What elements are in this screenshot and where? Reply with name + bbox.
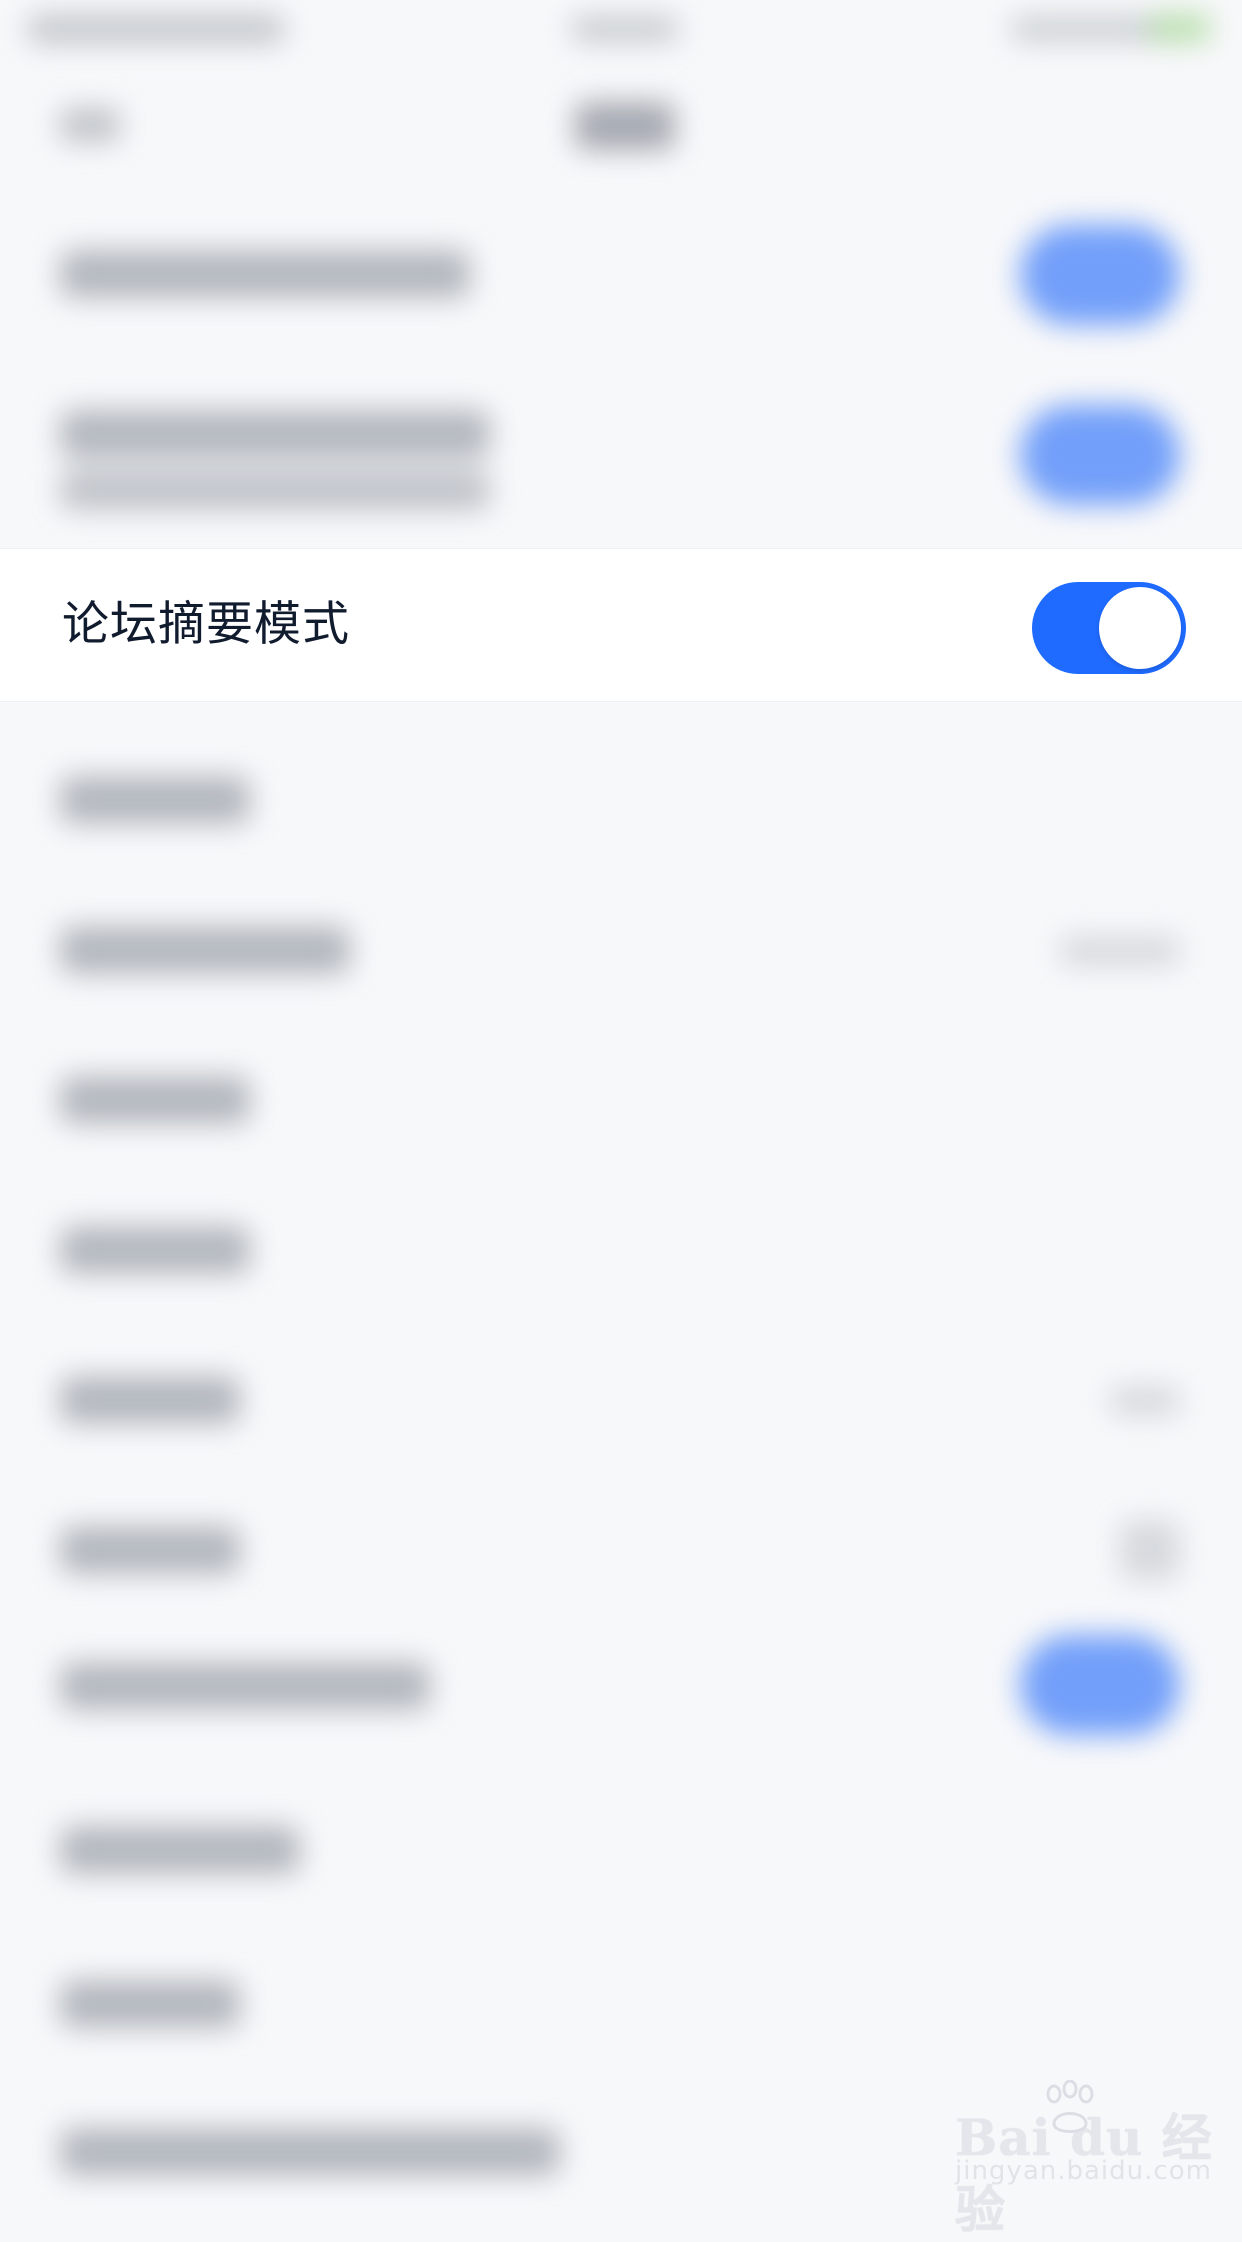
paw-logo-icon <box>1046 2080 1094 2133</box>
settings-row[interactable] <box>0 1330 1242 1470</box>
status-bar <box>0 0 1242 64</box>
clock <box>570 16 680 42</box>
settings-screen: 论坛摘要模式 Bai du 经验 jingyan.baidu.com <box>0 0 1242 2239</box>
forum-summary-mode-label: 论坛摘要模式 <box>62 597 350 652</box>
settings-row[interactable] <box>0 370 1242 540</box>
settings-row-sublabel <box>60 470 490 510</box>
settings-row[interactable] <box>0 200 1242 350</box>
page-title <box>575 102 675 150</box>
settings-row-label <box>60 410 490 458</box>
toggle-knob <box>1099 587 1181 669</box>
settings-row[interactable] <box>0 1030 1242 1170</box>
settings-row-label <box>60 1226 250 1274</box>
back-button[interactable] <box>60 108 120 142</box>
forum-summary-mode-row[interactable]: 论坛摘要模式 <box>0 548 1242 702</box>
settings-row-label <box>60 1076 250 1124</box>
toggle-switch[interactable] <box>1020 1635 1180 1735</box>
baidu-jingyan-watermark: Bai du 经验 jingyan.baidu.com <box>945 2080 1225 2239</box>
settings-row[interactable] <box>0 880 1242 1020</box>
carrier-indicator <box>26 14 286 44</box>
settings-row-value <box>1120 1520 1180 1580</box>
settings-row[interactable] <box>0 1480 1242 1620</box>
blurred-background <box>0 0 1242 2208</box>
navigation-bar <box>0 64 1242 194</box>
settings-row-label <box>60 1376 240 1424</box>
toggle-switch[interactable] <box>1020 225 1180 325</box>
settings-row[interactable] <box>0 1610 1242 1760</box>
battery-icon <box>1150 14 1210 42</box>
settings-row-label <box>60 250 470 298</box>
settings-row[interactable] <box>0 1930 1242 2070</box>
settings-row-label <box>60 2128 560 2176</box>
settings-row-value <box>1060 936 1180 966</box>
settings-row-label <box>60 776 250 824</box>
settings-row[interactable] <box>0 1780 1242 1920</box>
status-icons <box>1010 16 1160 42</box>
settings-row[interactable] <box>0 1180 1242 1320</box>
settings-row-label <box>60 1526 240 1574</box>
forum-summary-mode-toggle[interactable] <box>1032 582 1186 674</box>
settings-row-label <box>60 1662 430 1710</box>
settings-row-label <box>60 1980 240 2028</box>
settings-row-label <box>60 926 350 974</box>
settings-row-label <box>60 1826 300 1874</box>
toggle-switch[interactable] <box>1020 405 1180 505</box>
settings-row[interactable] <box>0 730 1242 870</box>
watermark-domain: jingyan.baidu.com <box>955 2156 1212 2186</box>
settings-row-value <box>1110 1386 1180 1416</box>
